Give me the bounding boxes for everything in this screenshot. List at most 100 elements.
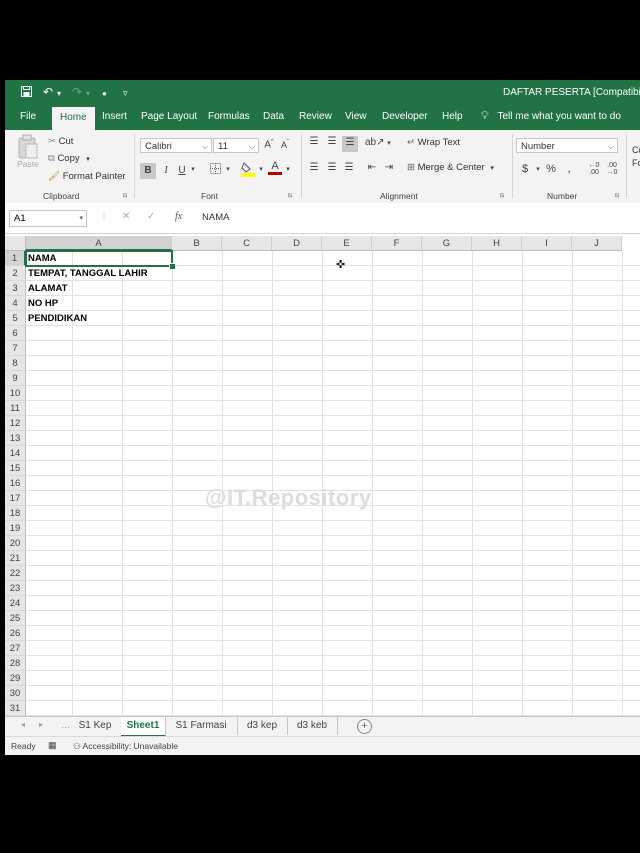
row-header[interactable]: 12	[5, 416, 26, 431]
tab-insert[interactable]: Insert	[102, 111, 127, 122]
align-right-icon[interactable]: ☰	[342, 162, 356, 173]
borders-icon[interactable]	[208, 163, 222, 179]
row-header[interactable]: 19	[5, 521, 26, 536]
chevron-down-icon[interactable]: ▾	[385, 139, 393, 147]
tab-review[interactable]: Review	[299, 111, 332, 122]
percent-icon[interactable]: %	[545, 163, 557, 175]
next-sheet-icon[interactable]: ▸	[39, 720, 43, 729]
wrap-text-button[interactable]: ↵ Wrap Text	[407, 137, 460, 148]
insert-function-icon[interactable]: fx	[175, 211, 182, 222]
row-header[interactable]: 4	[5, 296, 26, 311]
touch-mode-icon[interactable]: ●	[102, 88, 107, 100]
cell-a3[interactable]: ALAMAT	[28, 281, 67, 296]
font-family-select[interactable]: Calibri ⌵	[140, 138, 212, 153]
column-header[interactable]: C	[222, 236, 272, 251]
column-header[interactable]: H	[472, 236, 522, 251]
tab-home[interactable]: Home	[52, 107, 95, 130]
increase-decimal-icon[interactable]: ←0.00	[587, 162, 601, 176]
save-icon[interactable]	[21, 86, 32, 99]
enter-icon[interactable]: ✓	[147, 211, 155, 222]
increase-indent-icon[interactable]: ⇥	[382, 162, 396, 173]
comma-icon[interactable]: ,	[565, 161, 573, 175]
cell-a5[interactable]: PENDIDIKAN	[28, 311, 87, 326]
row-header[interactable]: 31	[5, 701, 26, 716]
prev-sheet-icon[interactable]: ◂	[21, 720, 25, 729]
cut-button[interactable]: ✂ Cut	[48, 136, 73, 147]
merge-center-button[interactable]: ⊞ Merge & Center ▾	[407, 162, 494, 173]
increase-font-icon[interactable]: A^	[263, 139, 275, 150]
row-header[interactable]: 20	[5, 536, 26, 551]
row-header[interactable]: 29	[5, 671, 26, 686]
row-header[interactable]: 30	[5, 686, 26, 701]
tab-view[interactable]: View	[345, 111, 367, 122]
decrease-indent-icon[interactable]: ⇤	[365, 162, 379, 173]
sheet-tab[interactable]: d3 keb	[287, 717, 338, 735]
column-header[interactable]: D	[272, 236, 322, 251]
fill-color-icon[interactable]	[241, 161, 255, 179]
paste-button[interactable]: Paste	[15, 134, 41, 170]
row-header[interactable]: 10	[5, 386, 26, 401]
undo-icon[interactable]: ↶	[43, 86, 53, 98]
sheet-tab[interactable]: S1 Farmasi	[165, 717, 238, 735]
align-bottom-icon[interactable]: ☰	[342, 136, 358, 152]
copy-button[interactable]: ⧉ Copy ▾	[48, 153, 90, 164]
conditional-formatting-button[interactable]: Co Fo	[632, 144, 640, 170]
align-middle-icon[interactable]: ☰	[325, 136, 339, 150]
chevron-down-icon[interactable]: ▾	[189, 165, 197, 173]
cell-a4[interactable]: NO HP	[28, 296, 58, 311]
font-launcher-icon[interactable]: ⧅	[288, 192, 292, 200]
number-format-select[interactable]: Number ⌵	[516, 138, 618, 153]
font-size-select[interactable]: 11 ⌵	[213, 138, 259, 153]
column-header[interactable]: J	[572, 236, 622, 251]
row-header[interactable]: 15	[5, 461, 26, 476]
row-header[interactable]: 5	[5, 311, 26, 326]
add-sheet-icon[interactable]: +	[357, 719, 372, 734]
bold-button[interactable]: B	[140, 163, 156, 179]
row-header[interactable]: 28	[5, 656, 26, 671]
tab-formulas[interactable]: Formulas	[208, 111, 250, 122]
column-header[interactable]: I	[522, 236, 572, 251]
row-header[interactable]: 21	[5, 551, 26, 566]
cell-area[interactable]	[26, 251, 640, 716]
decrease-decimal-icon[interactable]: .00 →0	[605, 162, 619, 176]
chevron-down-icon[interactable]: ▾	[284, 165, 292, 173]
tell-me-box[interactable]: 💡︎ Tell me what you want to do	[481, 110, 621, 123]
align-top-icon[interactable]: ☰	[307, 136, 321, 150]
align-left-icon[interactable]: ☰	[307, 162, 321, 173]
sheet-tab[interactable]: S1 Kep	[69, 717, 122, 735]
row-header[interactable]: 18	[5, 506, 26, 521]
underline-button[interactable]: U	[175, 163, 189, 179]
tab-data[interactable]: Data	[263, 111, 284, 122]
customize-icon[interactable]: ▿	[123, 87, 128, 99]
align-center-icon[interactable]: ☰	[325, 162, 339, 173]
row-header[interactable]: 16	[5, 476, 26, 491]
row-header[interactable]: 8	[5, 356, 26, 371]
cell-a2[interactable]: TEMPAT, TANGGAL LAHIR	[28, 266, 148, 281]
cancel-icon[interactable]: ✕	[122, 211, 130, 222]
clipboard-launcher-icon[interactable]: ⧅	[123, 192, 127, 200]
fill-handle[interactable]	[169, 263, 176, 270]
row-header[interactable]: 1	[5, 251, 26, 266]
column-header[interactable]: B	[172, 236, 222, 251]
column-header[interactable]: E	[322, 236, 372, 251]
orientation-icon[interactable]: ab↗	[365, 137, 385, 148]
row-header[interactable]: 24	[5, 596, 26, 611]
macro-record-icon[interactable]: ▦	[48, 740, 57, 751]
tab-help[interactable]: Help	[442, 111, 463, 122]
formula-input[interactable]: NAMA	[202, 212, 229, 223]
sheet-tab[interactable]: d3 kep	[237, 717, 288, 735]
currency-icon[interactable]: $	[520, 163, 530, 175]
row-header[interactable]: 23	[5, 581, 26, 596]
select-all-corner[interactable]	[5, 236, 26, 251]
row-header[interactable]: 26	[5, 626, 26, 641]
row-header[interactable]: 2	[5, 266, 26, 281]
decrease-font-icon[interactable]: Aˇ	[279, 140, 291, 150]
chevron-down-icon[interactable]: ▾	[224, 165, 232, 173]
row-header[interactable]: 9	[5, 371, 26, 386]
name-box[interactable]: A1 ▾	[9, 210, 87, 227]
row-header[interactable]: 3	[5, 281, 26, 296]
column-header[interactable]: A	[26, 236, 172, 251]
row-header[interactable]: 11	[5, 401, 26, 416]
row-header[interactable]: 7	[5, 341, 26, 356]
row-header[interactable]: 14	[5, 446, 26, 461]
